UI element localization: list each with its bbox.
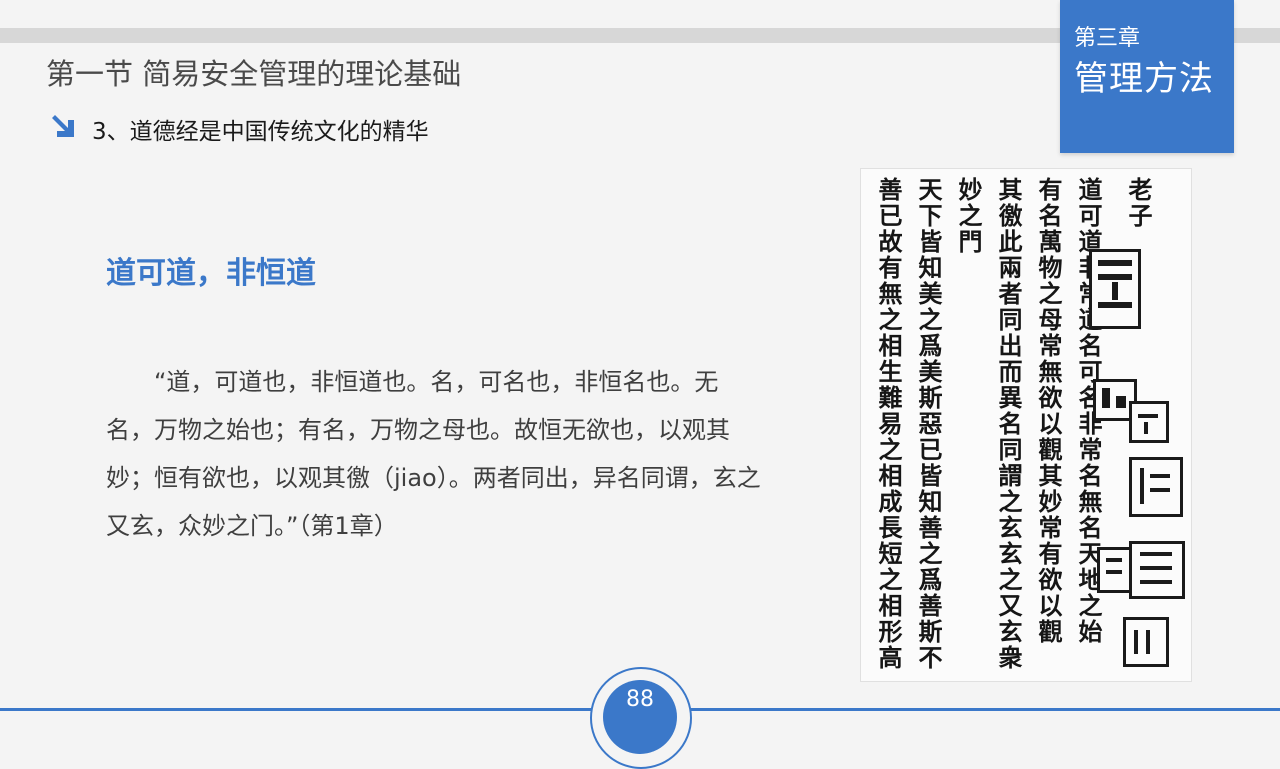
seal-stamp [1129,541,1185,599]
manuscript-column: 妙之門 [954,177,983,255]
chapter-tab: 第三章 管理方法 [1060,0,1234,153]
chapter-name: 管理方法 [1074,59,1214,99]
seal-stamp [1123,617,1169,667]
subtitle-text: 3、道德经是中国传统文化的精华 [92,119,429,145]
seal-stamp [1097,547,1133,593]
quote-body: “道，可道也，非恒道也。名，可名也，非恒名也。无名，万物之始也；有名，万物之母也… [106,368,761,540]
seal-stamp [1129,401,1169,443]
manuscript-column: 有名萬物之母常無欲以觀其妙常有欲以觀 [1034,177,1063,645]
manuscript-image: 老子 道可道非常道名可名非常名無名天地之始 有名萬物之母常無欲以觀其妙常有欲以觀… [860,168,1192,682]
seal-stamp [1129,457,1183,517]
manuscript-column: 善已故有無之相生難易之相成長短之相形高 [874,177,903,671]
section-title: 第一节 简易安全管理的理论基础 [46,57,462,91]
manuscript-column: 老子 [1124,177,1153,229]
quote-heading: 道可道，非恒道 [106,256,316,291]
seal-stamp [1089,249,1141,329]
chapter-label: 第三章 [1074,26,1141,51]
page-number: 88 [626,687,654,712]
manuscript-column: 其徼此兩者同出而異名同謂之玄玄之又玄衆 [994,177,1023,671]
manuscript-column: 天下皆知美之爲美斯惡已皆知善之爲善斯不 [914,177,943,671]
arrow-down-right-icon [52,115,74,137]
